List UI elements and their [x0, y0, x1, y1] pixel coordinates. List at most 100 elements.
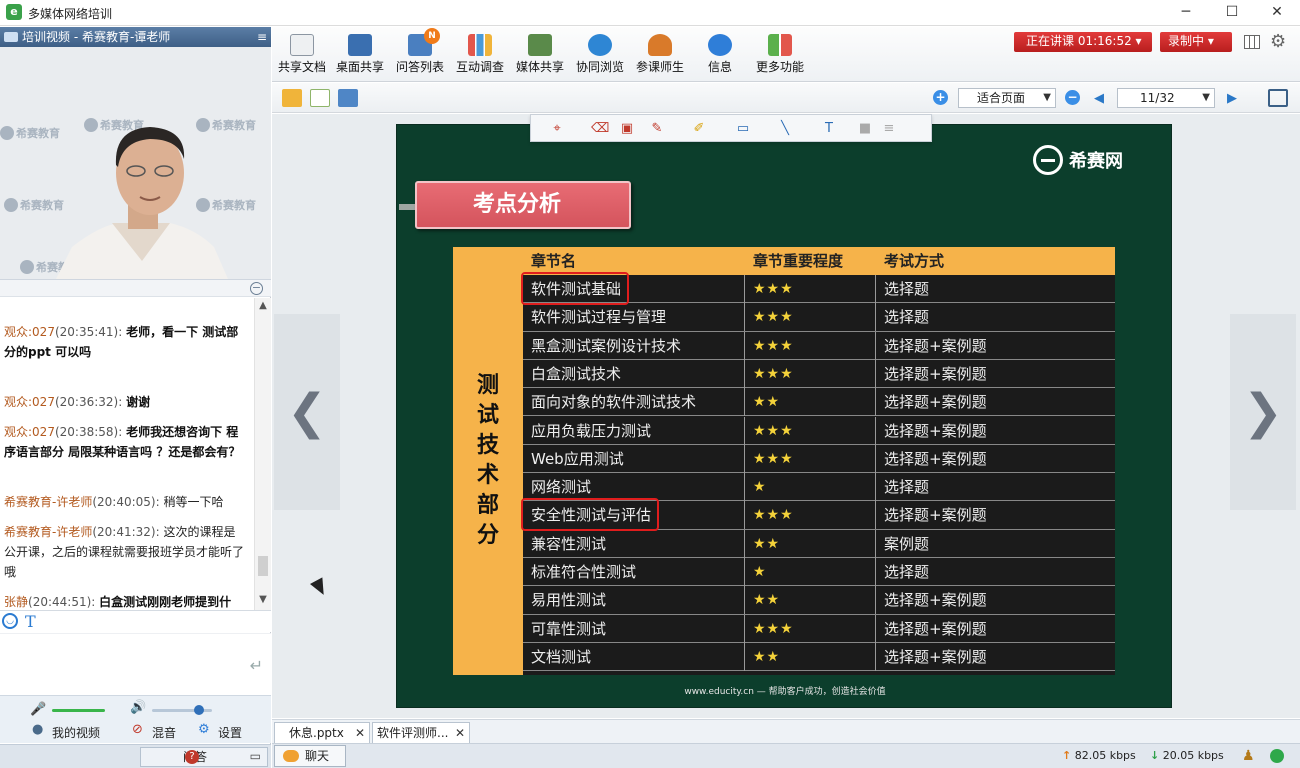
mic-volume-slider[interactable]: [52, 709, 105, 712]
text-tool-icon[interactable]: T: [821, 121, 837, 137]
minimize-button[interactable]: ─: [1163, 1, 1209, 23]
chat-log: 观众:027(20:35:41): 老师，看一下 测试部分的ppt 可以吗 观众…: [0, 298, 253, 610]
next-page-icon[interactable]: ▶: [1227, 91, 1237, 106]
collapse-icon[interactable]: −: [250, 282, 263, 295]
layout-icon[interactable]: [1244, 35, 1260, 49]
document-icon: [290, 34, 314, 56]
previous-slide-button[interactable]: ❮: [274, 314, 340, 510]
participants-button[interactable]: 参课师生: [630, 29, 690, 81]
scroll-down-icon[interactable]: ▼: [255, 594, 271, 610]
media-share-button[interactable]: 媒体共享: [510, 29, 570, 81]
scroll-thumb[interactable]: [258, 556, 268, 576]
send-icon[interactable]: ↵: [250, 656, 263, 675]
zoom-out-icon[interactable]: −: [1065, 90, 1080, 105]
pointer-icon[interactable]: ⌖: [549, 121, 565, 137]
chapter-name: 应用负载压力测试: [523, 416, 745, 445]
settings-button[interactable]: 设置: [218, 724, 242, 741]
brand-text: 希赛网: [1069, 151, 1123, 172]
chat-message: 观众:027(20:36:32): 谢谢: [4, 395, 151, 409]
zoom-value: 适合页面: [977, 91, 1026, 105]
scroll-up-icon[interactable]: ▲: [255, 300, 271, 316]
fullscreen-icon[interactable]: [1268, 89, 1288, 107]
chapter-name: 文档测试: [523, 642, 745, 671]
desktop-share-button[interactable]: 桌面共享: [330, 29, 390, 81]
page-select[interactable]: 11/32 ▼: [1117, 88, 1215, 108]
toolbar-label: 更多功能: [755, 60, 804, 74]
zoom-in-icon[interactable]: +: [933, 90, 948, 105]
speaker-volume-knob[interactable]: [194, 705, 204, 715]
table-row: 文档测试 ★★ 选择题+案例题: [523, 642, 1115, 672]
clear-page-icon[interactable]: ▣: [619, 121, 635, 137]
importance-stars: ★★★: [745, 275, 876, 303]
chat-scrollbar[interactable]: ▲ ▼: [254, 298, 271, 610]
chapter-name: Web应用测试: [523, 444, 745, 473]
previous-page-icon[interactable]: ◀: [1094, 91, 1104, 106]
speaker-icon[interactable]: 🔊: [130, 700, 146, 715]
importance-stars: ★★★: [745, 359, 876, 388]
eraser-icon[interactable]: ⌫: [591, 121, 609, 137]
importance-stars: ★: [745, 473, 876, 502]
highlight-annotation: [521, 272, 629, 305]
qa-button[interactable]: ? 问答 ▭: [140, 747, 268, 767]
user-status-icon[interactable]: ♟: [1242, 748, 1255, 764]
new-document-icon[interactable]: [310, 89, 330, 107]
line-width-icon[interactable]: ≡: [881, 121, 897, 137]
maximize-button[interactable]: ☐: [1209, 1, 1255, 23]
fill-icon[interactable]: ■: [857, 121, 873, 137]
chat-button[interactable]: 聊天: [274, 745, 346, 767]
question-icon: ?: [185, 750, 199, 764]
instructor-video: 希赛教育 希赛教育 希赛教育 希赛教育 希赛教育 希赛教育: [0, 47, 271, 279]
toolbar-label: 桌面共享: [335, 60, 384, 74]
chat-message: 希赛教育-许老师(20:40:05): 稍等一下哈: [4, 495, 224, 509]
chapter-name: 面向对象的软件测试技术: [523, 388, 745, 417]
save-icon[interactable]: [338, 89, 358, 107]
minimize-icon[interactable]: ▭: [250, 747, 261, 765]
importance-stars: ★★★: [745, 303, 876, 332]
exam-mode: 选择题: [884, 308, 930, 327]
next-slide-button[interactable]: ❯: [1230, 314, 1296, 510]
tab-tester[interactable]: 软件评测师... ✕: [372, 722, 470, 743]
microphone-icon[interactable]: 🎤: [30, 702, 46, 717]
tab-rest[interactable]: 休息.pptx ✕: [274, 722, 370, 743]
my-video-button[interactable]: 我的视频: [52, 724, 100, 741]
info-button[interactable]: 信息: [690, 29, 750, 81]
qa-list-button[interactable]: N 问答列表: [390, 28, 450, 81]
co-browse-button[interactable]: 协同浏览: [570, 29, 630, 81]
left-status-bar: ? 问答 ▭: [0, 744, 271, 768]
emoji-icon[interactable]: ◡: [2, 613, 18, 629]
rectangle-icon[interactable]: ▭: [735, 121, 751, 137]
document-stage: ❮ ❯ 希赛网 考点分析 测试技术部分 章节名 章节重要程度 考试方式 软件测试…: [272, 114, 1300, 718]
toolbar-label: 媒体共享: [515, 60, 564, 74]
close-tab-icon[interactable]: ✕: [355, 723, 365, 743]
share-document-button[interactable]: 共享文档: [272, 29, 332, 81]
new-badge: N: [424, 28, 440, 44]
zoom-select[interactable]: 适合页面 ▼: [958, 88, 1056, 108]
pen-icon[interactable]: ✎: [649, 121, 665, 137]
importance-stars: ★★★: [745, 614, 876, 643]
survey-button[interactable]: 互动调查: [450, 29, 510, 81]
line-icon[interactable]: ╲: [777, 121, 793, 137]
annotation-toolbar: ⌖ ⌫ ▣ ✎ ✐ ▭ ╲ T ■ ≡: [530, 114, 932, 142]
mix-button[interactable]: 混音: [152, 724, 176, 741]
importance-stars: ★★★: [745, 501, 876, 530]
exam-mode: 选择题+案例题: [884, 619, 987, 638]
chat-input[interactable]: ↵: [0, 633, 271, 695]
live-timer-button[interactable]: 正在讲课 01:16:52 ▾: [1014, 32, 1152, 52]
close-tab-icon[interactable]: ✕: [455, 723, 465, 743]
highlighter-icon[interactable]: ✐: [691, 121, 707, 137]
window-title: 多媒体网络培训: [28, 7, 113, 21]
table-row: 面向对象的软件测试技术 ★★ 选择题+案例题: [523, 388, 1115, 417]
close-button[interactable]: ✕: [1254, 1, 1300, 23]
table-row: 可靠性测试 ★★★ 选择题+案例题: [523, 614, 1115, 643]
open-folder-icon[interactable]: [282, 89, 302, 107]
toolbar-label: 信息: [707, 60, 732, 74]
panel-menu-icon[interactable]: ≡: [257, 27, 267, 47]
recording-button[interactable]: 录制中 ▾: [1160, 32, 1232, 52]
toolbar-label: 互动调查: [455, 60, 504, 74]
gear-icon[interactable]: ⚙: [1270, 31, 1286, 52]
upload-rate-value: 82.05 kbps: [1074, 749, 1136, 762]
more-functions-button[interactable]: 更多功能: [750, 29, 810, 81]
text-format-icon[interactable]: T: [25, 612, 36, 631]
chat-bubble-icon: [283, 750, 299, 762]
settings-icon: ⚙: [198, 722, 210, 737]
